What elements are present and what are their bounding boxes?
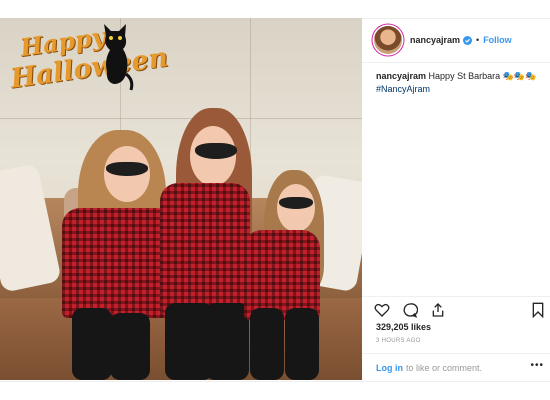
likes-count[interactable]: 329,205 likes xyxy=(376,322,431,332)
wall-seam xyxy=(0,118,362,119)
action-bar xyxy=(362,296,550,323)
more-options-icon[interactable]: ••• xyxy=(530,360,544,371)
login-prompt: Log in to like or comment. xyxy=(362,353,550,381)
timestamp: 3 HOURS AGO xyxy=(376,338,421,344)
heart-icon[interactable] xyxy=(374,302,390,318)
caption-hashtag[interactable]: #NancyAjram xyxy=(376,83,544,96)
caption-username[interactable]: nancyajram xyxy=(376,71,426,81)
share-icon[interactable] xyxy=(430,302,446,318)
verified-badge-icon xyxy=(463,35,473,45)
post-side-panel: nancyajram • Follow nancyajram Happy St … xyxy=(362,18,550,380)
bookmark-icon[interactable] xyxy=(530,302,546,318)
follow-button[interactable]: Follow xyxy=(483,35,512,45)
separator-dot: • xyxy=(476,35,480,45)
post-photo[interactable]: Happy Halloween xyxy=(0,18,362,380)
login-text: to like or comment. xyxy=(406,362,483,373)
comment-icon[interactable] xyxy=(402,302,418,318)
post-header: nancyajram • Follow xyxy=(362,18,550,63)
black-cat-icon xyxy=(104,24,134,91)
caption-text: Happy St Barbara 🎭🎭🎭 xyxy=(428,71,537,81)
caption: nancyajram Happy St Barbara 🎭🎭🎭 #NancyAj… xyxy=(376,70,544,96)
avatar[interactable] xyxy=(374,26,402,54)
header-username[interactable]: nancyajram xyxy=(410,35,460,45)
login-link[interactable]: Log in xyxy=(376,363,403,373)
